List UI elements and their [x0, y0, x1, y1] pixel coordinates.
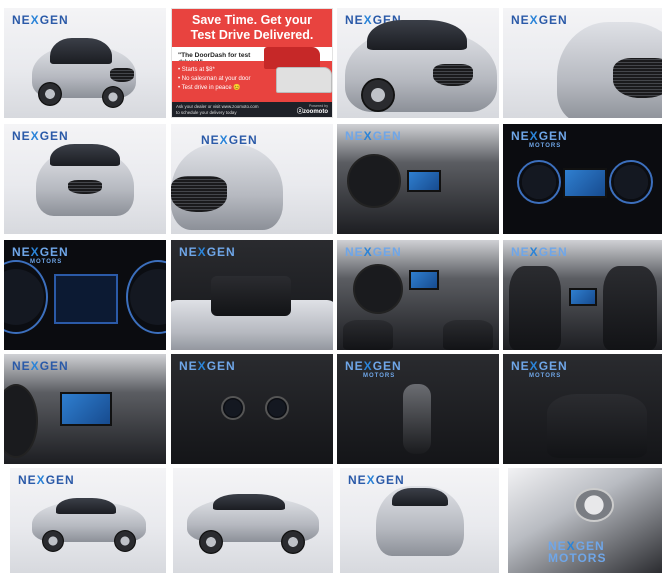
photo-climate-controls[interactable]: NEXGEN — [171, 354, 333, 464]
photo-front[interactable]: NEXGEN — [4, 124, 166, 234]
photo-rear-seats[interactable]: NEXGEN MOTORS — [503, 354, 662, 464]
buick-emblem-icon — [574, 488, 614, 522]
ad-bullets: Starts at $8* No salesman at your door T… — [178, 66, 251, 93]
nexgen-logo: NEXGENMOTORS — [511, 129, 568, 149]
nexgen-logo: NEXGEN — [179, 359, 236, 373]
ad-cta: Ask your dealer or visit www.zoomoto.com… — [172, 102, 332, 117]
nexgen-logo: NEXGEN — [12, 129, 69, 143]
zoomoto-logo: ⓩzoomoto — [297, 108, 328, 115]
nexgen-logo: NEXGEN — [511, 245, 568, 259]
nexgen-logo: NEXGEN — [12, 13, 69, 27]
nexgen-logo: NEXGEN — [18, 473, 75, 487]
ad-bullet: Test drive in peace 😊 — [178, 84, 250, 93]
photo-headlight[interactable]: NEXGEN — [503, 8, 662, 118]
nexgen-logo: NEXGEN — [12, 359, 69, 373]
photo-gallery: NEXGEN Save Time. Get your Test Drive De… — [0, 0, 663, 573]
photo-front-bumper[interactable]: NEXGENMOTORS — [171, 124, 333, 234]
photo-dashboard[interactable]: NEXGEN — [337, 124, 499, 234]
photo-gear-shifter[interactable]: NEXGEN MOTORS — [337, 354, 499, 464]
photo-gauge-cluster[interactable]: NEXGEN MOTORS — [503, 124, 662, 234]
photo-side-profile-right[interactable]: NEXGEN — [10, 468, 166, 573]
nexgen-logo: NEXGENMOTORS — [511, 359, 568, 379]
nexgen-logo: NEXGEN — [345, 245, 402, 259]
nexgen-logo: NEXGEN MOTORS — [548, 539, 607, 565]
photo-side-profile-left[interactable] — [173, 468, 333, 573]
photo-front-seats[interactable]: NEXGEN — [503, 240, 662, 350]
photo-rear[interactable]: NEXGEN — [340, 468, 499, 573]
ad-headline: Save Time. Get your Test Drive Delivered… — [172, 9, 332, 47]
photo-engine-bay[interactable]: NEXGEN — [171, 240, 333, 350]
photo-front-close[interactable]: NEXGEN — [337, 8, 499, 118]
nexgen-logo: NEXGEN — [348, 473, 405, 487]
zoomoto-ad-banner[interactable]: Save Time. Get your Test Drive Delivered… — [171, 8, 333, 118]
ad-bullet: Starts at $8* — [178, 66, 250, 75]
photo-center-console[interactable]: NEXGEN — [4, 354, 166, 464]
nexgen-logo: NEXGEN — [179, 245, 236, 259]
photo-instrument-display[interactable]: NEXGEN MOTORS — [4, 240, 166, 350]
nexgen-logo: NEXGEN — [511, 13, 568, 27]
photo-front-three-quarter[interactable]: NEXGEN — [4, 8, 166, 118]
nexgen-logo: NEXGEN — [345, 129, 402, 143]
nexgen-logo: NEXGENMOTORS — [345, 359, 402, 379]
photo-cabin-front[interactable]: NEXGEN — [337, 240, 499, 350]
ad-bullet: No salesman at your door — [178, 75, 251, 84]
photo-buick-emblem[interactable]: NEXGEN MOTORS — [508, 468, 662, 573]
